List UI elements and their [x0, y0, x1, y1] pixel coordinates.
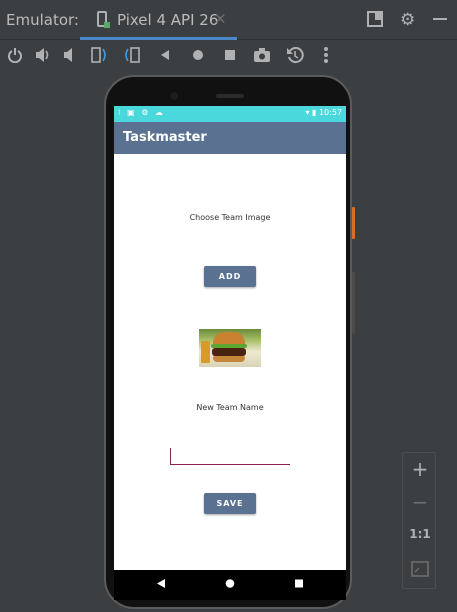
volume-side-button[interactable]	[352, 272, 355, 334]
choose-team-image-label: Choose Team Image	[189, 213, 271, 222]
window-layout-icon[interactable]	[366, 10, 384, 33]
zoom-actual-size-button[interactable]: 1:1	[403, 527, 437, 541]
status-right-icons: ▾ ▮ 10:57	[305, 108, 342, 117]
team-image-preview	[199, 329, 261, 367]
device-screen[interactable]: ⁝ ▣ ⚙ ☁ ▾ ▮ 10:57 Taskmaster Choose Team…	[114, 106, 346, 600]
rotate-left-icon[interactable]	[89, 45, 109, 65]
team-name-input[interactable]	[170, 448, 290, 465]
drink-glass	[201, 341, 210, 363]
new-team-name-label: New Team Name	[196, 403, 264, 412]
notification-icons: ⁝ ▣ ⚙ ☁	[118, 108, 165, 117]
overview-icon[interactable]	[220, 45, 240, 65]
front-camera	[170, 92, 178, 100]
nav-recents-icon[interactable]	[294, 578, 304, 592]
android-nav-bar	[114, 570, 346, 600]
earpiece-speaker	[216, 94, 244, 98]
camera-screenshot-icon[interactable]	[252, 45, 272, 65]
android-status-bar: ⁝ ▣ ⚙ ☁ ▾ ▮ 10:57	[114, 106, 346, 122]
add-button[interactable]: ADD	[204, 266, 256, 287]
power-side-button[interactable]	[352, 207, 355, 239]
emulator-label: Emulator:	[6, 11, 79, 29]
more-options-icon[interactable]	[316, 45, 336, 65]
zoom-out-icon[interactable]: −	[403, 490, 437, 514]
snapshot-restore-icon[interactable]	[285, 45, 305, 65]
home-icon[interactable]	[188, 45, 208, 65]
device-icon	[97, 11, 110, 28]
tab-pixel-4-api-26[interactable]: Pixel 4 API 26 ✕	[80, 0, 237, 40]
emulator-title-bar: Emulator: Pixel 4 API 26 ✕ ⚙	[0, 0, 457, 40]
zoom-controls: + − 1:1	[402, 452, 436, 589]
settings-gear-icon[interactable]: ⚙	[400, 10, 415, 30]
app-title: Taskmaster	[123, 130, 207, 145]
text-cursor	[170, 448, 171, 464]
nav-back-icon[interactable]	[156, 578, 166, 592]
burger-bun-bottom	[213, 356, 245, 362]
emulator-toolbar	[0, 40, 457, 72]
app-bar: Taskmaster	[114, 122, 346, 154]
device-frame: ⁝ ▣ ⚙ ☁ ▾ ▮ 10:57 Taskmaster Choose Team…	[104, 75, 355, 609]
back-icon[interactable]	[155, 45, 175, 65]
tab-label: Pixel 4 API 26	[117, 11, 219, 29]
power-icon[interactable]	[5, 45, 25, 65]
volume-up-icon[interactable]	[33, 45, 53, 65]
rotate-right-icon[interactable]	[122, 45, 142, 65]
save-button[interactable]: SAVE	[204, 493, 256, 514]
close-tab-icon[interactable]: ✕	[214, 10, 227, 28]
zoom-fit-icon[interactable]	[403, 561, 437, 581]
zoom-in-icon[interactable]: +	[403, 457, 437, 481]
minimize-icon[interactable]	[432, 10, 448, 33]
nav-home-icon[interactable]	[225, 578, 235, 592]
burger-patty	[212, 348, 246, 356]
volume-down-icon[interactable]	[60, 45, 80, 65]
